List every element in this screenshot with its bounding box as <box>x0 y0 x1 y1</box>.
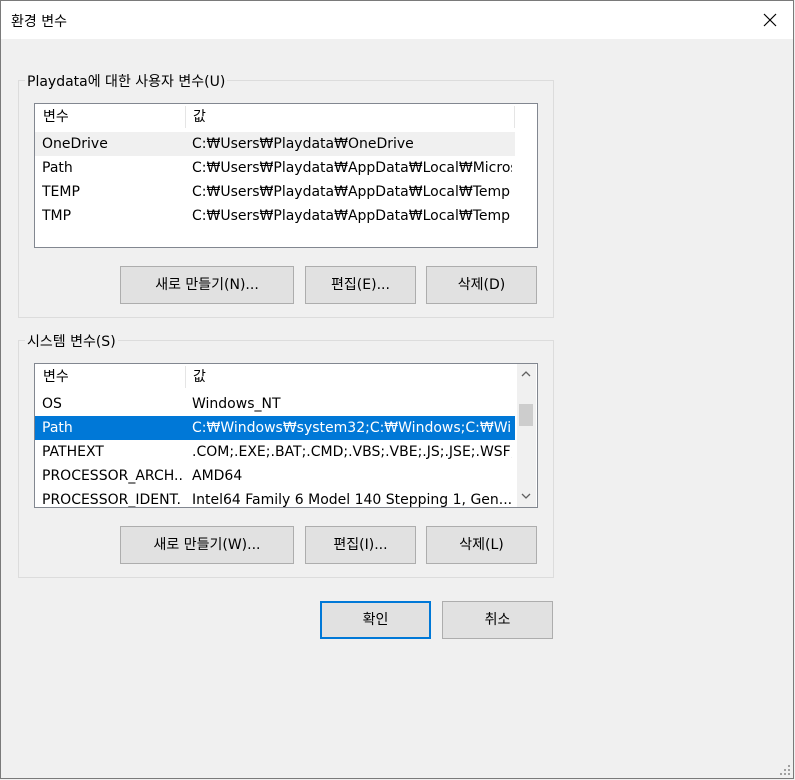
user-variables-list[interactable]: 변수 값 OneDrive C:₩Users₩Playdata₩OneDrive… <box>34 103 538 248</box>
user-list-header: 변수 값 <box>35 104 515 130</box>
user-delete-button[interactable]: 삭제(D) <box>426 266 537 304</box>
list-item[interactable]: PATHEXT .COM;.EXE;.BAT;.CMD;.VBS;.VBE;.J… <box>35 440 515 464</box>
variable-value: .COM;.EXE;.BAT;.CMD;.VBS;.VBE;.JS;.JSE;.… <box>192 444 512 460</box>
variable-name: Path <box>42 160 73 176</box>
variable-value: AMD64 <box>192 468 243 484</box>
header-variable[interactable]: 변수 <box>43 104 69 130</box>
title-bar: 환경 변수 <box>1 1 793 39</box>
variable-name: OneDrive <box>42 136 108 152</box>
header-value[interactable]: 값 <box>193 104 206 130</box>
variable-value: C:₩Users₩Playdata₩OneDrive <box>192 136 414 152</box>
window-title: 환경 변수 <box>11 14 67 30</box>
variable-value: C:₩Users₩Playdata₩AppData₩Local₩Temp <box>192 208 511 224</box>
cancel-button[interactable]: 취소 <box>442 601 553 639</box>
variable-name: TEMP <box>42 184 80 200</box>
scroll-down-icon[interactable] <box>517 488 534 505</box>
variable-value: C:₩Windows₩system32;C:₩Windows;C:₩Win... <box>192 420 512 436</box>
variable-name: PATHEXT <box>42 444 104 460</box>
system-variables-list[interactable]: 변수 값 OS Windows_NT Path C:₩Windows₩syste… <box>34 363 538 508</box>
header-separator[interactable] <box>185 366 186 388</box>
variable-value: C:₩Users₩Playdata₩AppData₩Local₩Micros..… <box>192 160 512 176</box>
list-item[interactable]: TEMP C:₩Users₩Playdata₩AppData₩Local₩Tem… <box>35 180 515 204</box>
variable-value: C:₩Users₩Playdata₩AppData₩Local₩Temp <box>192 184 511 200</box>
scroll-up-icon[interactable] <box>517 366 534 383</box>
variable-name: TMP <box>42 208 72 224</box>
variable-name: OS <box>42 396 62 412</box>
system-delete-button[interactable]: 삭제(L) <box>426 526 537 564</box>
variable-name: PROCESSOR_IDENT... <box>42 492 182 508</box>
list-item[interactable]: PROCESSOR_ARCH... AMD64 <box>35 464 515 488</box>
resize-grip-icon[interactable] <box>779 764 791 776</box>
list-item[interactable]: OS Windows_NT <box>35 392 515 416</box>
user-variables-label: Playdata에 대한 사용자 변수(U) <box>25 71 228 91</box>
list-item[interactable]: PROCESSOR_IDENT... Intel64 Family 6 Mode… <box>35 488 515 508</box>
ok-button[interactable]: 확인 <box>320 601 431 639</box>
system-new-button[interactable]: 새로 만들기(W)... <box>120 526 294 564</box>
vertical-scrollbar[interactable] <box>517 364 536 507</box>
list-item[interactable]: Path C:₩Users₩Playdata₩AppData₩Local₩Mic… <box>35 156 515 180</box>
header-separator[interactable] <box>185 106 186 128</box>
close-icon[interactable] <box>747 1 793 39</box>
system-variables-label: 시스템 변수(S) <box>25 331 118 351</box>
variable-value: Windows_NT <box>192 396 281 412</box>
user-edit-button[interactable]: 편집(E)... <box>305 266 416 304</box>
header-value[interactable]: 값 <box>193 364 206 390</box>
list-item[interactable]: OneDrive C:₩Users₩Playdata₩OneDrive <box>35 132 515 156</box>
header-separator[interactable] <box>514 106 515 128</box>
variable-name: Path <box>42 420 73 436</box>
system-list-header: 변수 값 <box>35 364 515 390</box>
list-item-selected[interactable]: Path C:₩Windows₩system32;C:₩Windows;C:₩W… <box>35 416 515 440</box>
variable-value: Intel64 Family 6 Model 140 Stepping 1, G… <box>192 492 512 508</box>
environment-variables-dialog: 환경 변수 Playdata에 대한 사용자 변수(U) 변수 값 OneDri… <box>0 0 794 779</box>
list-item[interactable]: TMP C:₩Users₩Playdata₩AppData₩Local₩Temp <box>35 204 515 228</box>
user-new-button[interactable]: 새로 만들기(N)... <box>120 266 294 304</box>
system-edit-button[interactable]: 편집(I)... <box>305 526 416 564</box>
variable-name: PROCESSOR_ARCH... <box>42 468 182 484</box>
scroll-thumb[interactable] <box>519 404 533 426</box>
header-variable[interactable]: 변수 <box>43 364 69 390</box>
